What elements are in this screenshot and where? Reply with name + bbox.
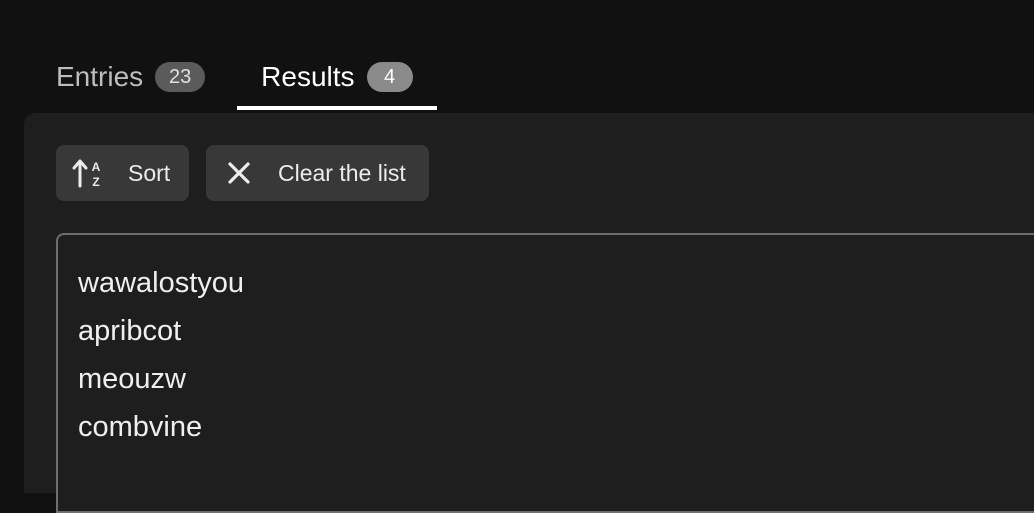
results-panel: A Z Sort Clear the list wawalostyou apri… [24,113,1034,513]
result-line: combvine [78,411,203,443]
clear-list-button-label: Clear the list [278,159,406,186]
result-line: wawalostyou [78,267,245,299]
svg-text:A: A [92,160,101,174]
tab-results[interactable]: Results 4 [237,44,437,110]
sort-alpha-icon: A Z [72,156,106,190]
tab-bar: Entries 23 Results 4 [32,44,437,114]
tab-results-count-badge: 4 [366,62,413,92]
sort-button[interactable]: A Z Sort [56,145,189,201]
result-line: meouzw [78,363,186,395]
tab-entries-count-badge: 23 [155,62,206,92]
results-textarea[interactable]: wawalostyou apribcot meouzw combvine [56,233,1034,513]
close-icon [222,156,256,190]
tab-entries[interactable]: Entries 23 [32,44,229,110]
svg-text:Z: Z [92,175,99,189]
clear-list-button[interactable]: Clear the list [206,145,429,201]
sort-button-label: Sort [128,159,171,186]
result-line: apribcot [78,315,182,347]
tab-results-label: Results [261,61,355,92]
toolbar: A Z Sort Clear the list [56,145,429,201]
tab-entries-label: Entries [56,61,144,92]
active-tab-indicator [237,106,437,110]
